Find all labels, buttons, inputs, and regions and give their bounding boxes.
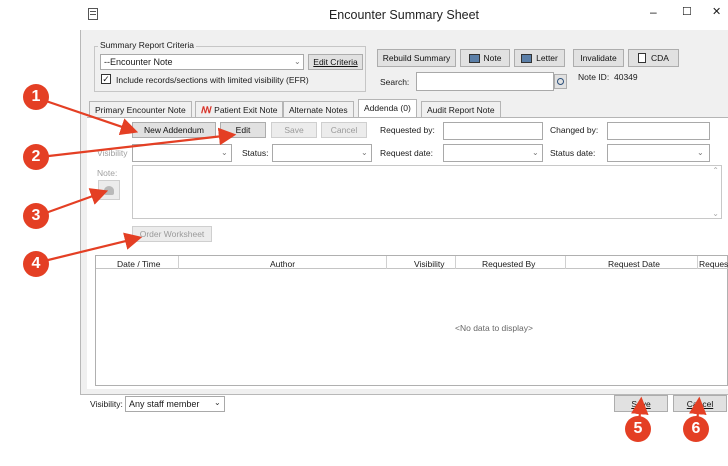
- callout-1: 1: [23, 84, 49, 110]
- callout-arrows: [39, 97, 707, 424]
- callout-arrow-2: [39, 127, 237, 159]
- callout-5: 5: [625, 416, 651, 442]
- callout-2: 2: [23, 144, 49, 170]
- callout-6: 6: [683, 416, 709, 442]
- callout-arrow-4: [39, 232, 143, 264]
- callout-arrow-1: [39, 97, 139, 136]
- callout-4: 4: [23, 251, 49, 277]
- callout-3: 3: [23, 203, 49, 229]
- callout-arrow-3: [39, 188, 109, 217]
